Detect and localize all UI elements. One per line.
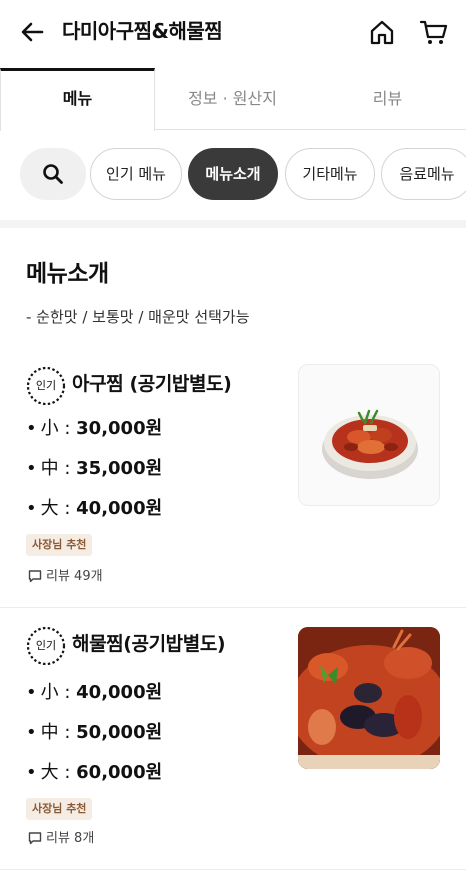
owner-recommend-tag: 사장님 추천 — [26, 798, 93, 820]
popular-badge: 인기 — [26, 366, 66, 406]
owner-recommend-tag: 사장님 추천 — [26, 534, 93, 556]
price-row-small: • 小 : 40,000원 — [26, 680, 162, 706]
item-name: 해물찜(공기밥별도) — [72, 633, 226, 655]
menu-item[interactable]: 인기 해물찜(공기밥별도) • 小 : 40,000원 • 中 : 50,000원 … — [0, 610, 466, 870]
price-value: 60,000원 — [76, 762, 163, 783]
category-chips: 인기 메뉴 메뉴소개 기타메뉴 음료메뉴 — [0, 130, 466, 220]
chip-popular-menu[interactable]: 인기 메뉴 — [90, 148, 182, 200]
price-value: 40,000원 — [76, 682, 163, 703]
home-icon — [370, 20, 394, 45]
item-photo[interactable] — [298, 364, 440, 506]
review-count-label: 리뷰 8개 — [46, 831, 95, 846]
bullet: • — [26, 458, 37, 479]
price-row-large: • 大 : 40,000원 — [26, 496, 162, 522]
popular-badge-label: 인기 — [35, 379, 57, 392]
review-count-label: 리뷰 49개 — [46, 569, 103, 584]
section-title: 메뉴소개 — [26, 261, 109, 287]
popular-badge-label: 인기 — [35, 639, 57, 652]
size-label: 小 — [40, 418, 59, 439]
section-description: - 순한맛 / 보통맛 / 매운맛 선택가능 — [26, 308, 250, 326]
review-count[interactable]: 리뷰 8개 — [28, 830, 94, 848]
size-label: 大 — [40, 762, 59, 783]
size-label: 小 — [40, 682, 59, 703]
tab-bar: 메뉴 정보 · 원산지 리뷰 — [0, 68, 466, 131]
bullet: • — [26, 722, 37, 743]
separator: : — [58, 722, 77, 743]
separator: : — [58, 498, 77, 519]
price-row-medium: • 中 : 35,000원 — [26, 456, 162, 482]
popular-badge: 인기 — [26, 626, 66, 666]
price-value: 35,000원 — [76, 458, 163, 479]
bullet: • — [26, 418, 37, 439]
bullet: • — [26, 682, 37, 703]
cart-icon — [419, 20, 448, 44]
header: 다미아구찜&해물찜 — [0, 0, 466, 68]
bullet: • — [26, 498, 37, 519]
separator: : — [58, 458, 77, 479]
chip-drink-menu[interactable]: 음료메뉴 — [381, 148, 466, 200]
price-value: 50,000원 — [76, 722, 163, 743]
back-arrow-icon — [21, 22, 44, 42]
separator: : — [58, 682, 77, 703]
price-row-small: • 小 : 30,000원 — [26, 416, 162, 442]
section-divider — [0, 220, 466, 228]
bullet: • — [26, 762, 37, 783]
price-row-large: • 大 : 60,000원 — [26, 760, 162, 786]
braised-monkfish-image — [322, 409, 418, 479]
separator: : — [58, 762, 77, 783]
comment-icon — [28, 570, 42, 583]
store-title: 다미아구찜&해물찜 — [62, 19, 223, 43]
menu-search-button[interactable] — [20, 148, 86, 200]
menu-item[interactable]: 인기 아구찜 (공기밥별도) • 小 : 30,000원 • 中 : 35,000원… — [0, 350, 466, 608]
review-count[interactable]: 리뷰 49개 — [28, 568, 103, 586]
tab-info-origin[interactable]: 정보 · 원산지 — [155, 68, 310, 130]
chip-menu-intro[interactable]: 메뉴소개 — [188, 148, 278, 200]
home-button[interactable] — [366, 16, 398, 48]
size-label: 大 — [40, 498, 59, 519]
comment-icon — [28, 832, 42, 845]
cart-button[interactable] — [418, 16, 450, 48]
chip-other-menu[interactable]: 기타메뉴 — [285, 148, 375, 200]
size-label: 中 — [40, 458, 59, 479]
search-icon — [43, 164, 63, 184]
separator: : — [58, 418, 77, 439]
price-value: 30,000원 — [76, 418, 163, 439]
item-name: 아구찜 (공기밥별도) — [72, 373, 232, 395]
item-photo[interactable] — [298, 627, 440, 769]
price-row-medium: • 中 : 50,000원 — [26, 720, 162, 746]
tab-menu[interactable]: 메뉴 — [0, 68, 155, 131]
tab-reviews[interactable]: 리뷰 — [310, 68, 465, 130]
size-label: 中 — [40, 722, 59, 743]
price-value: 40,000원 — [76, 498, 163, 519]
back-button[interactable] — [18, 17, 48, 47]
braised-seafood-image — [298, 627, 440, 769]
